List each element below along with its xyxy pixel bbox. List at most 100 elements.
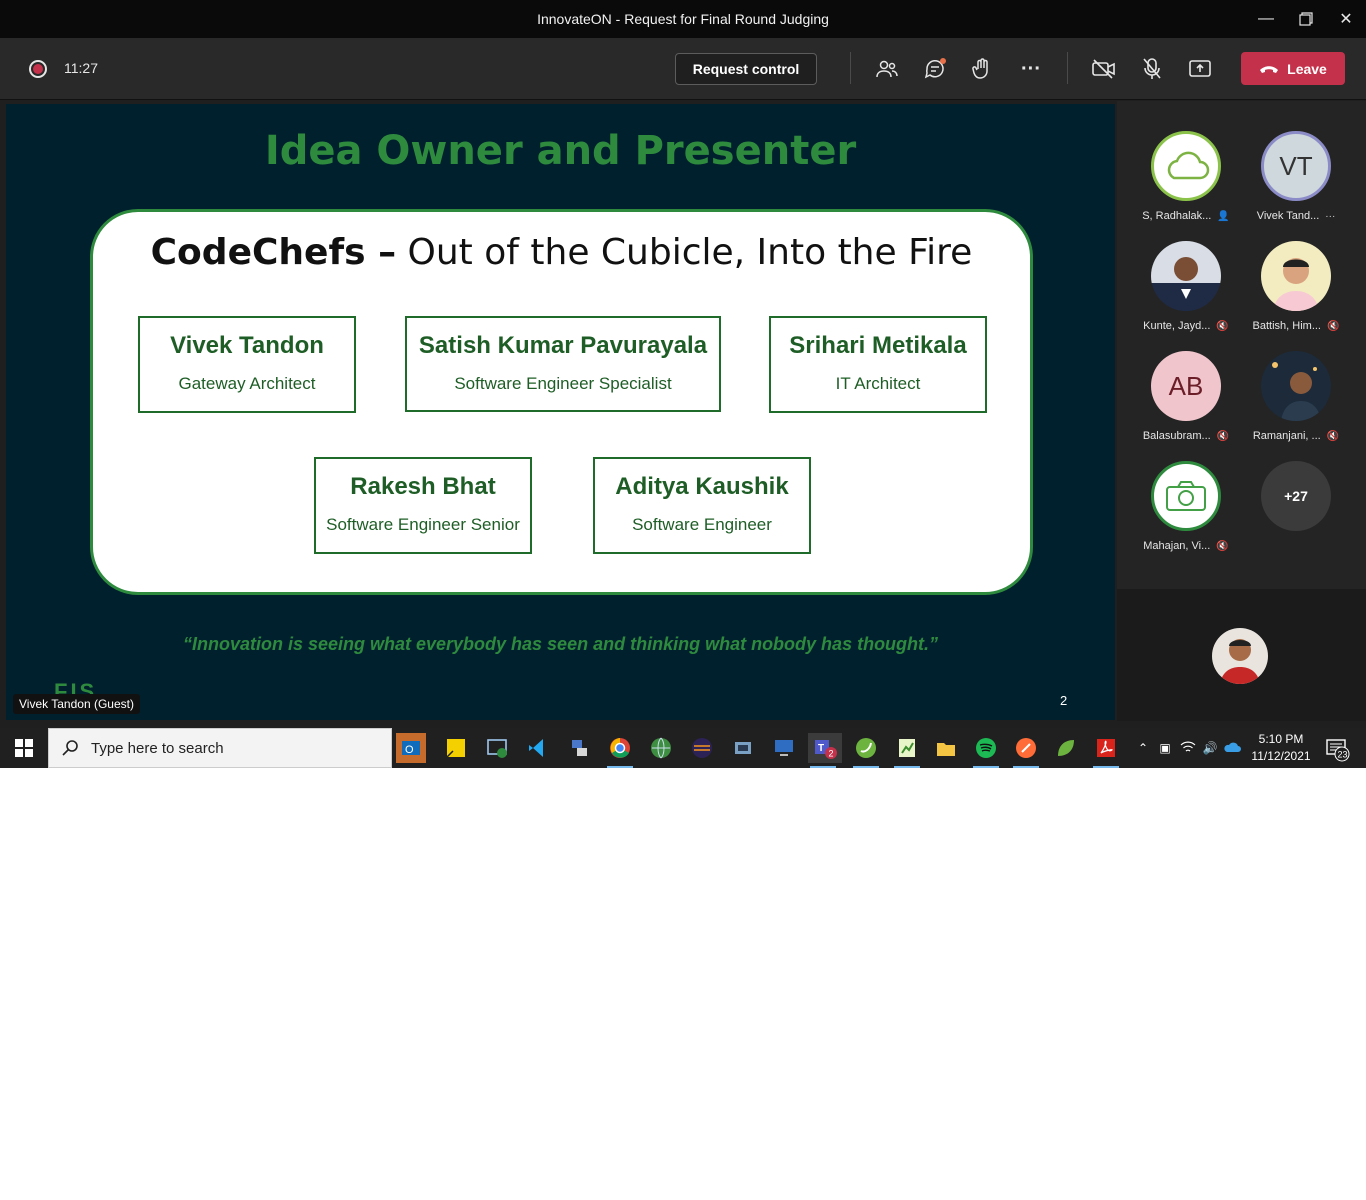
team-name: CodeChefs – [150,232,397,273]
globe-app-icon[interactable] [646,733,676,763]
participant-name: Kunte, Jayd... [1143,320,1211,332]
recording-icon [29,60,47,78]
participant-name: Vivek Tand... [1256,210,1320,222]
shared-screen: Idea Owner and Presenter CodeChefs – Out… [6,104,1115,720]
phone-hangup-icon [1260,65,1279,73]
member-name: Rakesh Bhat [350,473,496,500]
participants-icon[interactable] [873,55,901,83]
remote-desktop-icon[interactable] [769,733,799,763]
taskbar-search-box[interactable]: Type here to search [48,728,392,768]
chevron-up-icon[interactable]: ⌃ [1133,741,1153,755]
title-bar: InnovateON - Request for Final Round Jud… [0,0,1366,38]
participant-tile[interactable]: Kunte, Jayd... 🔇 [1131,241,1241,332]
request-control-button[interactable]: Request control [675,53,817,85]
device-manager-icon[interactable] [728,733,758,763]
teams-icon[interactable]: T2 [808,733,842,768]
eclipse-icon[interactable] [687,733,717,763]
clock-date: 11/12/2021 [1251,749,1311,763]
svg-text:O: O [405,744,414,756]
spring-tool-icon[interactable] [851,733,881,768]
camera-icon [1151,461,1221,531]
participant-name: Battish, Him... [1252,320,1321,332]
more-options-icon[interactable]: ··· [1017,55,1045,83]
overflow-count: +27 [1261,461,1331,531]
acrobat-icon[interactable] [1091,733,1121,768]
mic-off-icon: 🔇 [1216,320,1229,332]
system-tray: ⌃ ▣ 🔊 [1133,728,1243,768]
cloud-icon [1151,131,1221,201]
mic-off-icon: 🔇 [1216,430,1230,442]
windows-start-icon[interactable] [0,728,48,768]
outlook-icon[interactable]: O [396,733,426,763]
app-window-icon[interactable] [482,733,512,763]
participant-name: Ramanjani, ... [1252,430,1321,442]
teams-badge: 2 [829,749,834,759]
chrome-icon[interactable] [605,733,635,768]
participant-tile[interactable]: Battish, Him... 🔇 [1241,241,1351,332]
active-indicator [1013,766,1039,768]
camera-off-icon[interactable] [1090,55,1118,83]
windows-taskbar: Type here to search O T2 ⌃ ▣ 🔊 5:10 PM 1… [0,728,1366,768]
search-icon [62,740,78,756]
mic-off-icon: 🔇 [1327,320,1340,332]
notification-center-icon[interactable]: 23 [1322,734,1352,764]
team-card: CodeChefs – Out of the Cubicle, Into the… [90,209,1033,595]
member-card: Rakesh Bhat Software Engineer Senior [314,457,532,554]
search-placeholder: Type here to search [91,739,224,757]
participant-name: S, Radhalak... [1142,210,1212,222]
meeting-timer: 11:27 [64,60,98,76]
member-name: Aditya Kaushik [615,473,789,500]
clock-time: 5:10 PM [1258,732,1304,746]
raise-hand-icon[interactable] [969,55,997,83]
vscode-icon[interactable] [523,733,553,763]
team-heading: CodeChefs – Out of the Cubicle, Into the… [93,232,1030,273]
taskbar-clock[interactable]: 5:10 PM 11/12/2021 [1246,731,1316,765]
notepad-plus-icon[interactable] [892,733,922,768]
security-icon[interactable]: ▣ [1153,741,1177,755]
self-video-avatar [1212,628,1268,684]
wifi-icon[interactable] [1177,740,1199,757]
participant-tile[interactable]: Ramanjani, ... 🔇 [1241,351,1351,442]
active-indicator [894,766,920,768]
volume-icon[interactable]: 🔊 [1199,741,1221,755]
onedrive-icon[interactable] [1221,741,1243,756]
sticky-notes-icon[interactable] [441,733,471,763]
member-role: Software Engineer [632,515,772,534]
postman-icon[interactable] [1011,733,1041,768]
mic-off-icon[interactable] [1138,55,1166,83]
member-name: Vivek Tandon [170,332,324,359]
member-card: Srihari Metikala IT Architect [769,316,987,413]
spotify-icon[interactable] [971,733,1001,768]
participant-tile[interactable]: Mahajan, Vi... 🔇 [1131,461,1241,552]
participant-tile[interactable]: AB Balasubram... 🔇 [1131,351,1241,442]
participant-tile[interactable]: S, Radhalak... 👤 [1131,131,1241,222]
close-icon[interactable]: ✕ [1323,0,1366,38]
active-indicator [1093,766,1119,768]
participants-panel: S, Radhalak... 👤 VT Vivek Tand... ··· Kunt… [1117,101,1366,721]
toolbar-divider [1067,52,1068,84]
file-explorer-icon[interactable] [931,733,961,763]
member-role: Gateway Architect [178,374,316,393]
slide-title: Idea Owner and Presenter [264,128,857,174]
meeting-toolbar: 11:27 Request control ··· Leave [0,38,1366,100]
leave-button[interactable]: Leave [1241,52,1345,85]
participant-name: Mahajan, Vi... [1143,540,1211,552]
participant-tile[interactable]: VT Vivek Tand... ··· [1241,131,1351,222]
avatar [1261,241,1331,311]
share-screen-icon[interactable] [1186,55,1214,83]
member-card: Vivek Tandon Gateway Architect [138,316,356,413]
network-tool-icon[interactable] [564,733,594,763]
chat-icon[interactable] [921,55,949,83]
notification-count: 23 [1338,750,1348,760]
member-role: Software Engineer Senior [326,515,520,534]
toolbar-divider [850,52,851,84]
spring-leaf-icon[interactable] [1051,733,1081,763]
teams-window: InnovateON - Request for Final Round Jud… [0,0,1366,768]
person-icon: 👤 [1217,210,1230,222]
more-options-icon[interactable]: ··· [1325,211,1335,222]
active-indicator [973,766,999,768]
participant-name: Balasubram... [1142,430,1211,442]
leave-label: Leave [1287,60,1327,77]
window-title: InnovateON - Request for Final Round Jud… [537,11,829,27]
more-participants-button[interactable]: +27 [1241,461,1351,531]
